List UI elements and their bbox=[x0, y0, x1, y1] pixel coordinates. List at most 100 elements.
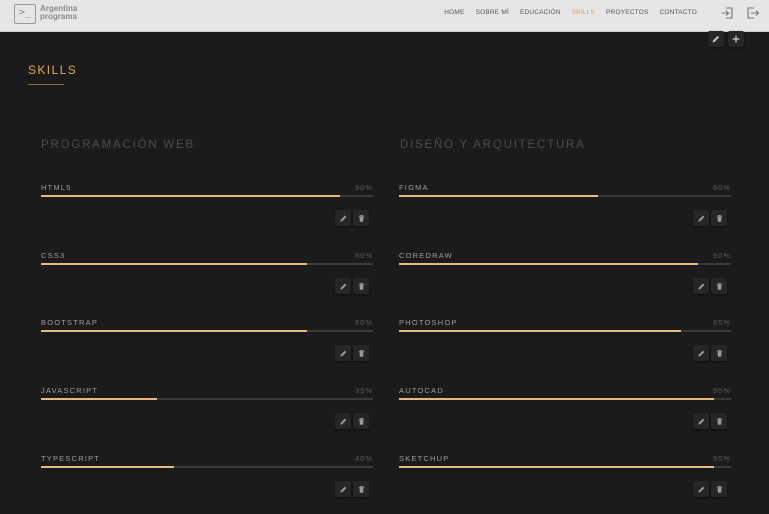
edit-skill-button[interactable] bbox=[693, 345, 709, 361]
trash-icon bbox=[716, 282, 722, 290]
skill-name: SKETCHUP bbox=[399, 454, 450, 463]
trash-icon bbox=[358, 214, 364, 222]
pencil-icon bbox=[697, 283, 704, 290]
pencil-icon bbox=[712, 35, 720, 43]
pencil-icon bbox=[697, 215, 704, 222]
skill-percent: 60% bbox=[712, 183, 731, 192]
delete-skill-button[interactable] bbox=[711, 345, 727, 361]
nav-item-skills[interactable]: SKILLS bbox=[572, 9, 595, 16]
pencil-icon bbox=[339, 215, 346, 222]
skill-progress-track bbox=[41, 466, 373, 468]
skill-progress-track bbox=[399, 263, 731, 265]
edit-skill-button[interactable] bbox=[335, 481, 351, 497]
pencil-icon bbox=[339, 418, 346, 425]
logo-line2: programa bbox=[40, 12, 77, 21]
skill-progress-fill bbox=[41, 398, 158, 400]
section-underline bbox=[28, 84, 64, 85]
pencil-icon bbox=[697, 486, 704, 493]
skill-percent: 95% bbox=[712, 386, 731, 395]
skill-item: PHOTOSHOP 85% bbox=[399, 318, 731, 378]
nav-item-home[interactable]: HOME bbox=[444, 9, 464, 16]
skill-percent: 90% bbox=[712, 251, 731, 260]
edit-skill-button[interactable] bbox=[693, 481, 709, 497]
skill-name: COREDRAW bbox=[399, 251, 453, 260]
edit-skill-button[interactable] bbox=[335, 210, 351, 226]
skill-item: JAVASCRIPT 35% bbox=[41, 386, 373, 446]
skill-item: CSS3 80% bbox=[41, 251, 373, 311]
delete-skill-button[interactable] bbox=[353, 278, 369, 294]
trash-icon bbox=[358, 485, 364, 493]
nav-menu: HOME SOBRE MÍ EDUCACIÓN SKILLS PROYECTOS… bbox=[444, 9, 697, 16]
skill-item: AUTOCAD 95% bbox=[399, 386, 731, 446]
nav-item-contacto[interactable]: CONTACTO bbox=[660, 9, 697, 16]
skill-tools bbox=[335, 345, 369, 361]
nav-item-proyectos[interactable]: PROYECTOS bbox=[606, 9, 649, 16]
skill-name: HTML5 bbox=[41, 183, 72, 192]
nav-item-sobre-mi[interactable]: SOBRE MÍ bbox=[476, 9, 509, 16]
skill-progress-fill bbox=[399, 263, 698, 265]
pencil-icon bbox=[339, 486, 346, 493]
skill-item: FIGMA 60% bbox=[399, 183, 731, 243]
skill-name: CSS3 bbox=[41, 251, 66, 260]
edit-skill-button[interactable] bbox=[335, 278, 351, 294]
pencil-icon bbox=[339, 283, 346, 290]
skill-item: BOOTSTRAP 80% bbox=[41, 318, 373, 378]
column-title-web: PROGRAMACIÓN WEB bbox=[41, 139, 196, 151]
logout-icon[interactable] bbox=[746, 6, 760, 20]
skill-name: FIGMA bbox=[399, 183, 429, 192]
skill-progress-track bbox=[399, 466, 731, 468]
delete-skill-button[interactable] bbox=[711, 210, 727, 226]
delete-skill-button[interactable] bbox=[353, 345, 369, 361]
delete-skill-button[interactable] bbox=[711, 278, 727, 294]
skill-progress-fill bbox=[41, 330, 307, 332]
skill-percent: 40% bbox=[354, 454, 373, 463]
section-tools bbox=[708, 31, 744, 47]
plus-icon bbox=[732, 35, 740, 43]
pencil-icon bbox=[697, 350, 704, 357]
skill-name: JAVASCRIPT bbox=[41, 386, 99, 395]
navbar: >_ Argentina programa HOME SOBRE MÍ EDUC… bbox=[0, 0, 769, 32]
skill-percent: 80% bbox=[354, 318, 373, 327]
trash-icon bbox=[358, 349, 364, 357]
delete-skill-button[interactable] bbox=[353, 481, 369, 497]
edit-skill-button[interactable] bbox=[693, 413, 709, 429]
trash-icon bbox=[358, 417, 364, 425]
skill-tools bbox=[335, 210, 369, 226]
login-icon[interactable] bbox=[720, 6, 734, 20]
skill-progress-track bbox=[399, 398, 731, 400]
skill-progress-track bbox=[399, 330, 731, 332]
skill-progress-fill bbox=[41, 195, 340, 197]
column-title-design: DISEÑO Y ARQUITECTURA bbox=[400, 139, 586, 151]
skill-progress-track bbox=[41, 263, 373, 265]
skill-item: COREDRAW 90% bbox=[399, 251, 731, 311]
edit-skill-button[interactable] bbox=[693, 278, 709, 294]
skill-tools bbox=[693, 345, 727, 361]
edit-skill-button[interactable] bbox=[693, 210, 709, 226]
skill-name: PHOTOSHOP bbox=[399, 318, 458, 327]
delete-skill-button[interactable] bbox=[353, 210, 369, 226]
section-title: SKILLS bbox=[28, 63, 78, 77]
trash-icon bbox=[716, 417, 722, 425]
delete-skill-button[interactable] bbox=[353, 413, 369, 429]
pencil-icon bbox=[339, 350, 346, 357]
skill-progress-fill bbox=[399, 398, 715, 400]
skill-progress-fill bbox=[399, 195, 599, 197]
edit-skill-button[interactable] bbox=[335, 345, 351, 361]
skill-progress-track bbox=[41, 398, 373, 400]
skill-percent: 35% bbox=[354, 386, 373, 395]
edit-skill-button[interactable] bbox=[335, 413, 351, 429]
skill-percent: 85% bbox=[712, 318, 731, 327]
add-skill-button[interactable] bbox=[728, 31, 744, 47]
skill-tools bbox=[335, 413, 369, 429]
skill-tools bbox=[693, 413, 727, 429]
trash-icon bbox=[716, 214, 722, 222]
skill-name: BOOTSTRAP bbox=[41, 318, 99, 327]
brand-logo[interactable]: >_ Argentina programa bbox=[14, 4, 78, 26]
nav-item-educacion[interactable]: EDUCACIÓN bbox=[520, 9, 561, 16]
edit-section-button[interactable] bbox=[708, 31, 724, 47]
delete-skill-button[interactable] bbox=[711, 481, 727, 497]
skill-progress-fill bbox=[399, 466, 715, 468]
trash-icon bbox=[358, 282, 364, 290]
logo-text: Argentina programa bbox=[40, 5, 77, 21]
delete-skill-button[interactable] bbox=[711, 413, 727, 429]
